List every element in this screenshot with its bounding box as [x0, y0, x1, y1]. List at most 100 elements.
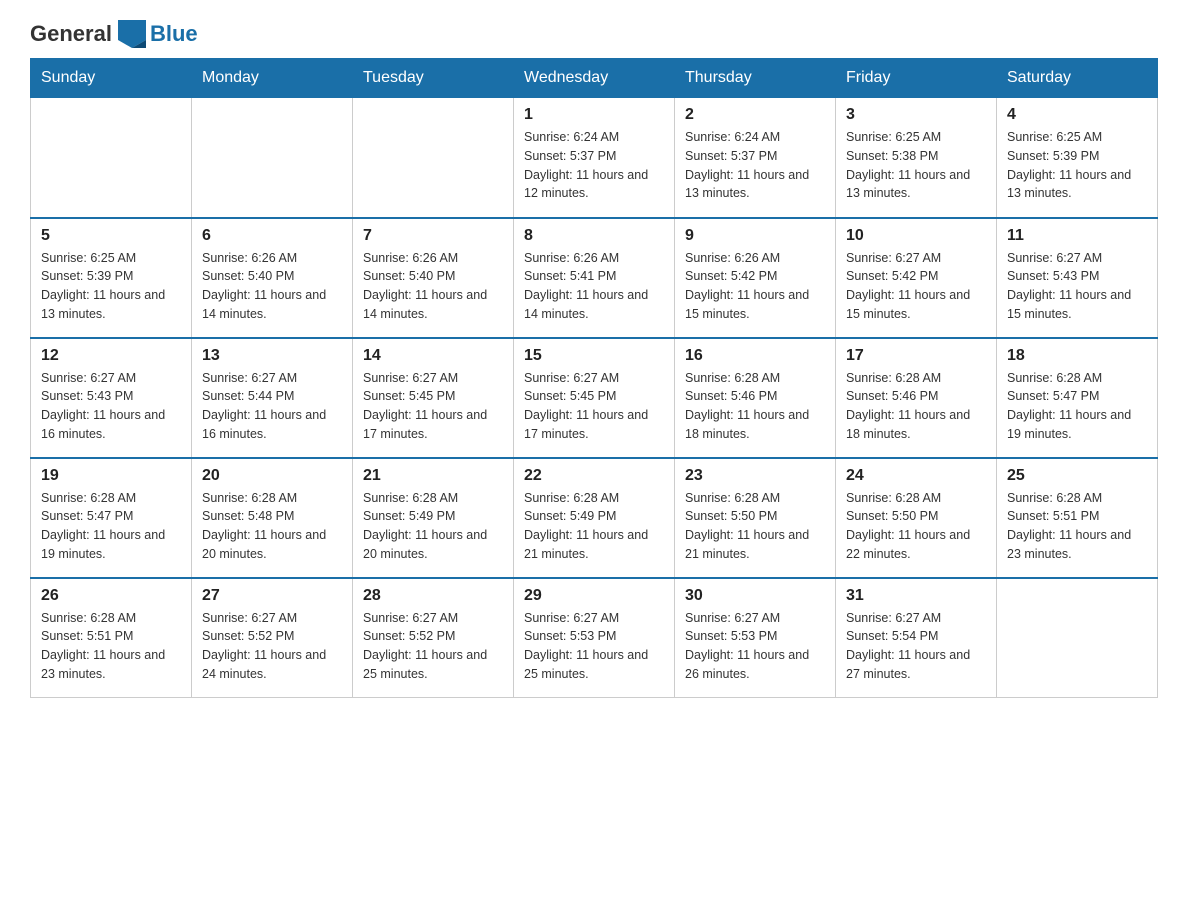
calendar-cell: 2 Sunrise: 6:24 AM Sunset: 5:37 PM Daylig…	[675, 98, 836, 218]
day-number: 27	[202, 587, 342, 605]
day-number: 17	[846, 347, 986, 365]
calendar-cell: 30 Sunrise: 6:27 AM Sunset: 5:53 PM Dayli…	[675, 578, 836, 698]
calendar-cell: 1 Sunrise: 6:24 AM Sunset: 5:37 PM Daylig…	[514, 98, 675, 218]
day-info: Sunrise: 6:26 AM Sunset: 5:41 PM Dayligh…	[524, 249, 664, 324]
calendar-header-friday: Friday	[836, 59, 997, 98]
day-info: Sunrise: 6:24 AM Sunset: 5:37 PM Dayligh…	[685, 128, 825, 203]
calendar-cell: 27 Sunrise: 6:27 AM Sunset: 5:52 PM Dayli…	[192, 578, 353, 698]
day-number: 12	[41, 347, 181, 365]
day-info: Sunrise: 6:27 AM Sunset: 5:45 PM Dayligh…	[363, 369, 503, 444]
calendar-cell: 9 Sunrise: 6:26 AM Sunset: 5:42 PM Daylig…	[675, 218, 836, 338]
calendar-cell: 6 Sunrise: 6:26 AM Sunset: 5:40 PM Daylig…	[192, 218, 353, 338]
day-info: Sunrise: 6:24 AM Sunset: 5:37 PM Dayligh…	[524, 128, 664, 203]
calendar-week-row: 1 Sunrise: 6:24 AM Sunset: 5:37 PM Daylig…	[31, 98, 1158, 218]
calendar-cell	[353, 98, 514, 218]
calendar-cell: 25 Sunrise: 6:28 AM Sunset: 5:51 PM Dayli…	[997, 458, 1158, 578]
calendar-cell: 24 Sunrise: 6:28 AM Sunset: 5:50 PM Dayli…	[836, 458, 997, 578]
calendar-cell: 16 Sunrise: 6:28 AM Sunset: 5:46 PM Dayli…	[675, 338, 836, 458]
day-info: Sunrise: 6:27 AM Sunset: 5:52 PM Dayligh…	[363, 609, 503, 684]
day-info: Sunrise: 6:27 AM Sunset: 5:45 PM Dayligh…	[524, 369, 664, 444]
day-info: Sunrise: 6:28 AM Sunset: 5:47 PM Dayligh…	[1007, 369, 1147, 444]
day-info: Sunrise: 6:28 AM Sunset: 5:46 PM Dayligh…	[685, 369, 825, 444]
calendar-cell: 15 Sunrise: 6:27 AM Sunset: 5:45 PM Dayli…	[514, 338, 675, 458]
day-number: 18	[1007, 347, 1147, 365]
calendar-cell	[192, 98, 353, 218]
day-number: 4	[1007, 106, 1147, 124]
calendar-header-sunday: Sunday	[31, 59, 192, 98]
day-number: 28	[363, 587, 503, 605]
calendar-header-wednesday: Wednesday	[514, 59, 675, 98]
logo-icon	[118, 20, 146, 48]
calendar-week-row: 5 Sunrise: 6:25 AM Sunset: 5:39 PM Daylig…	[31, 218, 1158, 338]
calendar-header-thursday: Thursday	[675, 59, 836, 98]
day-number: 23	[685, 467, 825, 485]
calendar-week-row: 26Sunrise: 6:28 AM Sunset: 5:51 PM Dayli…	[31, 578, 1158, 698]
day-info: Sunrise: 6:26 AM Sunset: 5:40 PM Dayligh…	[202, 249, 342, 324]
day-info: Sunrise: 6:28 AM Sunset: 5:50 PM Dayligh…	[846, 489, 986, 564]
calendar-header-tuesday: Tuesday	[353, 59, 514, 98]
calendar-cell: 26Sunrise: 6:28 AM Sunset: 5:51 PM Dayli…	[31, 578, 192, 698]
day-info: Sunrise: 6:27 AM Sunset: 5:53 PM Dayligh…	[685, 609, 825, 684]
day-number: 19	[41, 467, 181, 485]
calendar-cell	[31, 98, 192, 218]
calendar-cell: 20Sunrise: 6:28 AM Sunset: 5:48 PM Dayli…	[192, 458, 353, 578]
calendar-cell: 21 Sunrise: 6:28 AM Sunset: 5:49 PM Dayli…	[353, 458, 514, 578]
logo-text-general: General	[30, 21, 112, 47]
calendar-cell	[997, 578, 1158, 698]
day-info: Sunrise: 6:27 AM Sunset: 5:42 PM Dayligh…	[846, 249, 986, 324]
day-info: Sunrise: 6:26 AM Sunset: 5:42 PM Dayligh…	[685, 249, 825, 324]
calendar-week-row: 19 Sunrise: 6:28 AM Sunset: 5:47 PM Dayli…	[31, 458, 1158, 578]
day-number: 9	[685, 227, 825, 245]
day-info: Sunrise: 6:28 AM Sunset: 5:51 PM Dayligh…	[1007, 489, 1147, 564]
calendar-cell: 23 Sunrise: 6:28 AM Sunset: 5:50 PM Dayli…	[675, 458, 836, 578]
calendar-cell: 28 Sunrise: 6:27 AM Sunset: 5:52 PM Dayli…	[353, 578, 514, 698]
calendar-cell: 22Sunrise: 6:28 AM Sunset: 5:49 PM Dayli…	[514, 458, 675, 578]
day-info: Sunrise: 6:28 AM Sunset: 5:49 PM Dayligh…	[524, 489, 664, 564]
day-number: 8	[524, 227, 664, 245]
calendar-cell: 11Sunrise: 6:27 AM Sunset: 5:43 PM Dayli…	[997, 218, 1158, 338]
calendar-header-monday: Monday	[192, 59, 353, 98]
day-number: 5	[41, 227, 181, 245]
calendar-cell: 7 Sunrise: 6:26 AM Sunset: 5:40 PM Daylig…	[353, 218, 514, 338]
day-number: 1	[524, 106, 664, 124]
calendar-cell: 8 Sunrise: 6:26 AM Sunset: 5:41 PM Daylig…	[514, 218, 675, 338]
calendar-cell: 13 Sunrise: 6:27 AM Sunset: 5:44 PM Dayli…	[192, 338, 353, 458]
calendar-cell: 14 Sunrise: 6:27 AM Sunset: 5:45 PM Dayli…	[353, 338, 514, 458]
day-info: Sunrise: 6:27 AM Sunset: 5:43 PM Dayligh…	[1007, 249, 1147, 324]
day-info: Sunrise: 6:27 AM Sunset: 5:52 PM Dayligh…	[202, 609, 342, 684]
calendar-cell: 4 Sunrise: 6:25 AM Sunset: 5:39 PM Daylig…	[997, 98, 1158, 218]
day-number: 25	[1007, 467, 1147, 485]
calendar-cell: 3Sunrise: 6:25 AM Sunset: 5:38 PM Daylig…	[836, 98, 997, 218]
day-number: 21	[363, 467, 503, 485]
day-number: 29	[524, 587, 664, 605]
day-info: Sunrise: 6:25 AM Sunset: 5:39 PM Dayligh…	[41, 249, 181, 324]
page-header: General Blue	[30, 20, 1158, 48]
day-number: 16	[685, 347, 825, 365]
day-number: 30	[685, 587, 825, 605]
calendar-cell: 5 Sunrise: 6:25 AM Sunset: 5:39 PM Daylig…	[31, 218, 192, 338]
logo-text-blue: Blue	[150, 21, 198, 47]
calendar-cell: 31 Sunrise: 6:27 AM Sunset: 5:54 PM Dayli…	[836, 578, 997, 698]
day-number: 31	[846, 587, 986, 605]
day-info: Sunrise: 6:26 AM Sunset: 5:40 PM Dayligh…	[363, 249, 503, 324]
day-number: 7	[363, 227, 503, 245]
day-number: 15	[524, 347, 664, 365]
day-number: 20	[202, 467, 342, 485]
calendar: SundayMondayTuesdayWednesdayThursdayFrid…	[30, 58, 1158, 698]
day-number: 26	[41, 587, 181, 605]
day-number: 2	[685, 106, 825, 124]
day-info: Sunrise: 6:28 AM Sunset: 5:50 PM Dayligh…	[685, 489, 825, 564]
day-info: Sunrise: 6:27 AM Sunset: 5:54 PM Dayligh…	[846, 609, 986, 684]
day-info: Sunrise: 6:28 AM Sunset: 5:49 PM Dayligh…	[363, 489, 503, 564]
day-number: 24	[846, 467, 986, 485]
day-info: Sunrise: 6:27 AM Sunset: 5:44 PM Dayligh…	[202, 369, 342, 444]
day-info: Sunrise: 6:25 AM Sunset: 5:39 PM Dayligh…	[1007, 128, 1147, 203]
day-info: Sunrise: 6:28 AM Sunset: 5:47 PM Dayligh…	[41, 489, 181, 564]
day-number: 14	[363, 347, 503, 365]
day-info: Sunrise: 6:28 AM Sunset: 5:46 PM Dayligh…	[846, 369, 986, 444]
calendar-cell: 19 Sunrise: 6:28 AM Sunset: 5:47 PM Dayli…	[31, 458, 192, 578]
day-number: 6	[202, 227, 342, 245]
day-info: Sunrise: 6:25 AM Sunset: 5:38 PM Dayligh…	[846, 128, 986, 203]
calendar-week-row: 12Sunrise: 6:27 AM Sunset: 5:43 PM Dayli…	[31, 338, 1158, 458]
day-number: 13	[202, 347, 342, 365]
